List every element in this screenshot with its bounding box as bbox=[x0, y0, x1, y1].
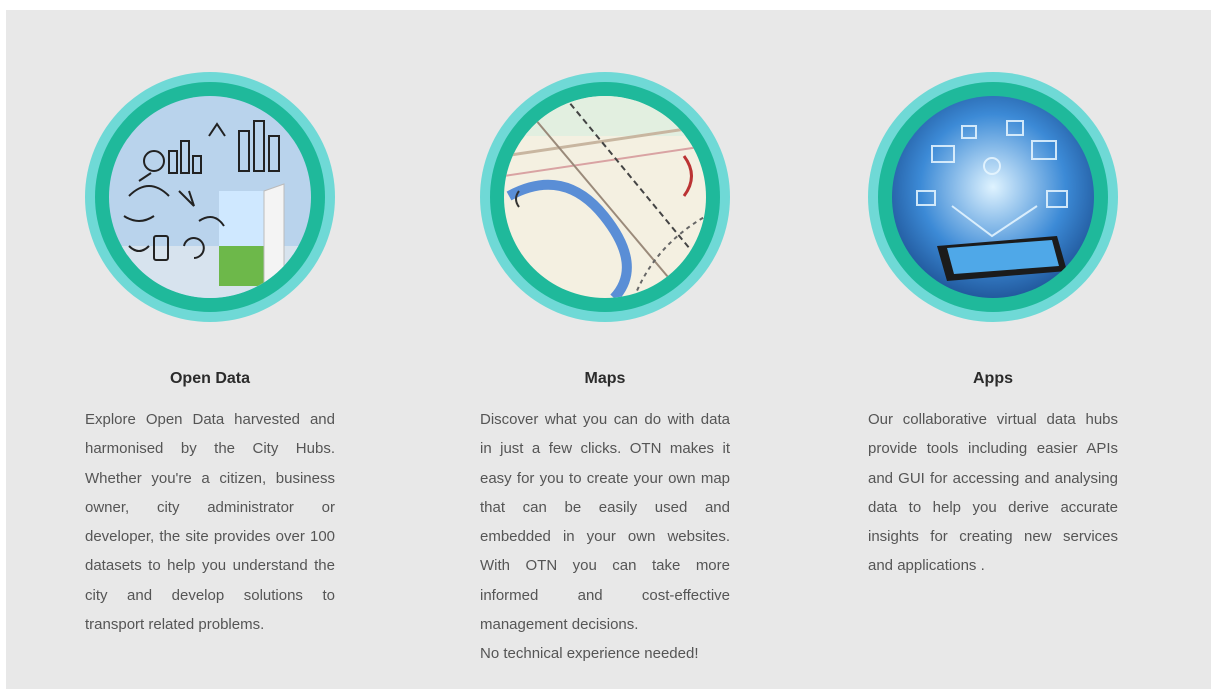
maps-extra-text: No technical experience needed! bbox=[480, 645, 699, 663]
maps-title: Maps bbox=[584, 370, 626, 387]
maps-description: Discover what you can do with data in ju… bbox=[480, 405, 730, 669]
apps-image-ring bbox=[878, 82, 1108, 312]
map-illustration bbox=[504, 96, 706, 298]
apps-title: Apps bbox=[973, 370, 1013, 387]
maps-description-text: Discover what you can do with data in ju… bbox=[480, 411, 730, 634]
open-data-image-frame bbox=[85, 72, 335, 322]
features-section: Open Data Explore Open Data harvested an… bbox=[6, 10, 1211, 689]
open-data-description: Explore Open Data harvested and harmonis… bbox=[85, 411, 335, 634]
open-data-illustration bbox=[109, 96, 311, 298]
apps-tablet-illustration bbox=[892, 96, 1094, 298]
maps-image-frame bbox=[480, 72, 730, 322]
maps-image-ring bbox=[490, 82, 720, 312]
open-data-image-ring bbox=[95, 82, 325, 312]
apps-description: Our collaborative virtual data hubs prov… bbox=[868, 411, 1118, 575]
apps-image-frame bbox=[868, 72, 1118, 322]
open-data-title: Open Data bbox=[169, 370, 250, 387]
